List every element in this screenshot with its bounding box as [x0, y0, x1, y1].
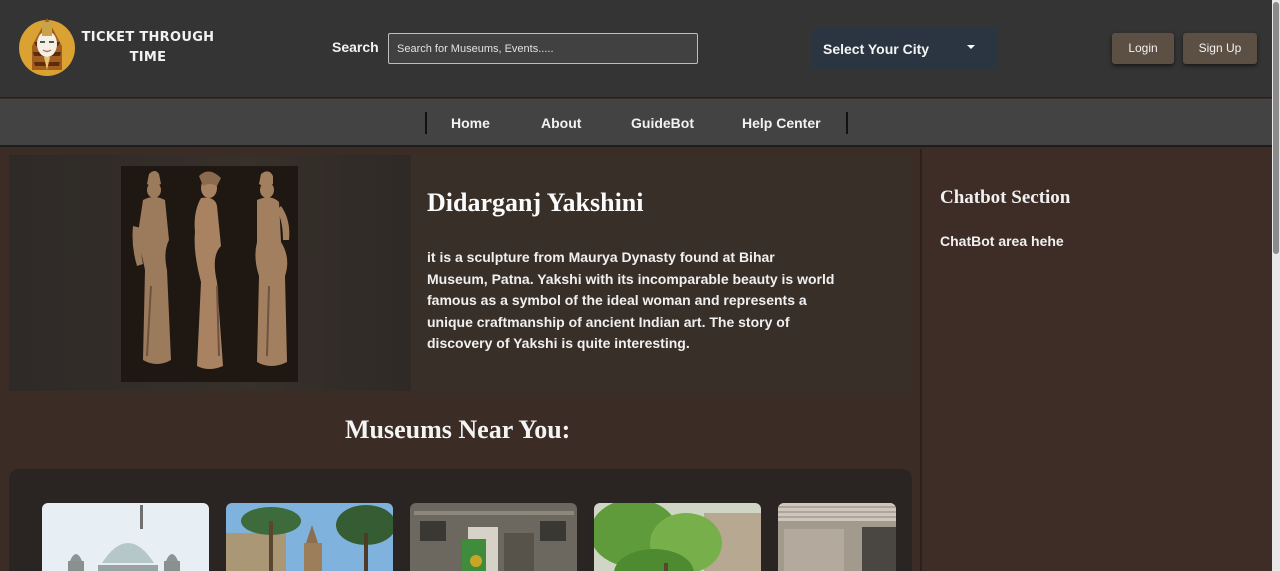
yakshini-statue-image[interactable]: [121, 166, 298, 382]
nav-divider: [846, 112, 848, 134]
city-select-label: Select Your City: [823, 41, 930, 57]
nav-item-guidebot[interactable]: GuideBot: [631, 115, 694, 131]
scrollbar-thumb[interactable]: [1273, 2, 1279, 254]
main-nav: Home About GuideBot Help Center: [0, 99, 1280, 147]
facade-museum-image: [410, 503, 577, 571]
museum-card[interactable]: [42, 503, 209, 571]
login-button[interactable]: Login: [1112, 33, 1174, 64]
building-museum-image: [778, 503, 896, 571]
artifact-image-frame: [9, 155, 411, 391]
nav-item-home[interactable]: Home: [451, 115, 490, 131]
signup-button[interactable]: Sign Up: [1183, 33, 1257, 64]
chatbot-text: ChatBot area hehe: [940, 233, 1064, 249]
search-label: Search: [332, 39, 379, 55]
palm-museum-image: [226, 503, 393, 571]
artifact-title: Didarganj Yakshini: [427, 188, 644, 217]
brand-name: TICKET THROUGH TIME: [81, 30, 215, 65]
artifact-description: it is a sculpture from Maurya Dynasty fo…: [427, 249, 835, 351]
city-select[interactable]: Select Your City: [812, 28, 997, 69]
museum-card[interactable]: [594, 503, 761, 571]
pharaoh-logo-icon[interactable]: [18, 12, 76, 76]
museum-card[interactable]: [226, 503, 393, 571]
tree-museum-image: [594, 503, 761, 571]
chatbot-panel: Chatbot Section ChatBot area hehe: [920, 149, 1272, 571]
museums-heading: Museums Near You:: [345, 415, 571, 444]
search-input[interactable]: [388, 33, 698, 64]
header: TICKET THROUGH TIME Search Select Your C…: [0, 0, 1280, 98]
caret-down-icon: [967, 45, 975, 49]
nav-divider: [425, 112, 427, 134]
dome-museum-image: [42, 503, 209, 571]
featured-artifact: Didarganj Yakshini it is a sculpture fro…: [9, 155, 912, 391]
museum-card[interactable]: [410, 503, 577, 571]
page-scrollbar[interactable]: [1272, 0, 1280, 571]
chatbot-title: Chatbot Section: [940, 187, 1071, 208]
museums-carousel: [9, 469, 912, 571]
nav-item-about[interactable]: About: [541, 115, 581, 131]
nav-item-help-center[interactable]: Help Center: [742, 115, 821, 131]
museum-card[interactable]: [778, 503, 896, 571]
